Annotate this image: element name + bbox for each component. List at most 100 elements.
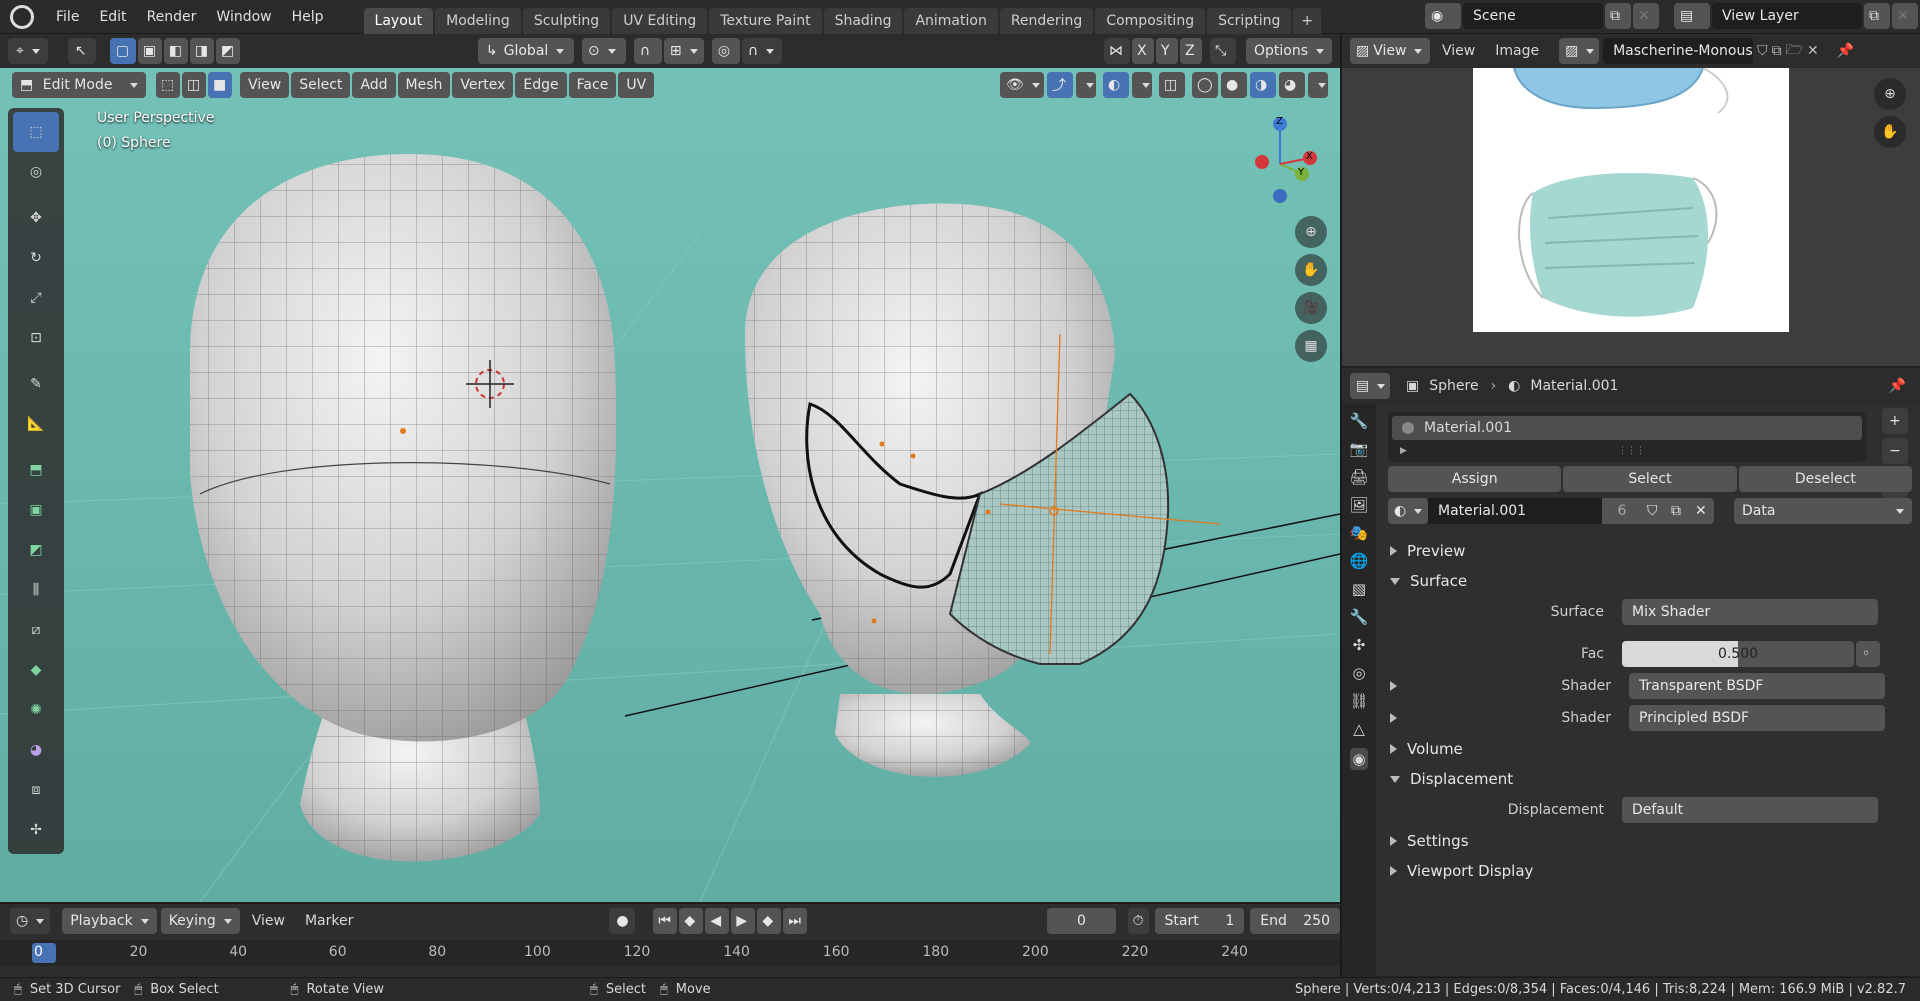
select-box-tool-icon[interactable]: ⬚ xyxy=(13,112,59,152)
zoom-icon[interactable]: ⊕ xyxy=(1295,216,1327,248)
menu-file[interactable]: File xyxy=(46,9,89,25)
jump-end-icon[interactable]: ⏭ xyxy=(783,908,808,934)
tab-animation[interactable]: Animation xyxy=(904,7,998,34)
fake-user-icon[interactable]: ⛉ xyxy=(1757,43,1768,59)
fake-user-shield-icon[interactable]: ⛉ xyxy=(1642,498,1666,524)
fac-slider[interactable]: 0.500 xyxy=(1622,641,1854,667)
shader1-expand-icon[interactable] xyxy=(1390,681,1397,691)
tab-scripting[interactable]: Scripting xyxy=(1207,7,1292,34)
play-reverse-icon[interactable]: ◀ xyxy=(705,908,730,934)
scale-tool-icon[interactable]: ⤢ xyxy=(13,278,59,318)
move-tool-icon[interactable]: ✥ xyxy=(13,198,59,238)
tab-uv-editing[interactable]: UV Editing xyxy=(612,7,708,34)
world-tab-icon[interactable]: 🌐 xyxy=(1350,552,1369,570)
blender-logo-icon[interactable] xyxy=(10,4,34,29)
jump-start-icon[interactable]: ⏮ xyxy=(653,908,678,934)
new-view-layer-icon[interactable]: ⧉ xyxy=(1864,3,1890,29)
tab-texture-paint[interactable]: Texture Paint xyxy=(709,7,822,34)
timeline-view-menu[interactable]: View xyxy=(244,913,293,929)
remove-slot-icon[interactable]: − xyxy=(1882,438,1908,464)
assign-button[interactable]: Assign xyxy=(1388,466,1562,492)
shear-tool-icon[interactable]: ⧈ xyxy=(13,770,59,810)
play-icon[interactable]: ▶ xyxy=(731,908,756,934)
browse-material-icon[interactable]: ◐ xyxy=(1388,498,1428,524)
modifier-tab-icon[interactable]: 🔧 xyxy=(1350,608,1369,626)
navigation-gizmo[interactable]: Z Y X xyxy=(1232,110,1340,220)
add-slot-icon[interactable]: + xyxy=(1882,408,1908,434)
loop-cut-tool-icon[interactable]: ⫼ xyxy=(13,570,59,610)
panel-displacement[interactable]: Displacement xyxy=(1376,764,1920,794)
menu-edit[interactable]: Edit xyxy=(89,9,136,25)
properties-editor-icon[interactable]: ▤ xyxy=(1350,373,1390,399)
menu-help[interactable]: Help xyxy=(282,9,334,25)
playback-menu[interactable]: Playback xyxy=(62,908,157,934)
image-menu-image[interactable]: Image xyxy=(1487,43,1547,59)
spin-tool-icon[interactable]: ✺ xyxy=(13,690,59,730)
tab-rendering[interactable]: Rendering xyxy=(999,7,1094,34)
tab-layout[interactable]: Layout xyxy=(363,7,434,34)
scene-name-field[interactable]: Scene xyxy=(1463,3,1603,29)
data-tab-icon[interactable]: △ xyxy=(1353,720,1365,738)
shader2-expand-icon[interactable] xyxy=(1390,713,1397,723)
shader1-field[interactable]: Transparent BSDF xyxy=(1629,673,1885,699)
slot-expand-icon[interactable]: ▶ xyxy=(1400,446,1407,456)
unlink-material-icon[interactable]: ✕ xyxy=(1690,498,1714,524)
open-image-icon[interactable]: 🗁 xyxy=(1786,39,1803,63)
particles-tab-icon[interactable]: ✣ xyxy=(1353,636,1366,654)
image-view-dropdown[interactable]: ▨ View xyxy=(1350,38,1430,64)
timer-icon[interactable]: ⏱ xyxy=(1127,908,1149,934)
current-frame-field[interactable]: 0 xyxy=(1047,908,1116,934)
prev-keyframe-icon[interactable]: ◆ xyxy=(679,908,704,934)
add-workspace-button[interactable]: + xyxy=(1293,7,1322,34)
material-slot-item[interactable]: Material.001 xyxy=(1392,416,1862,440)
link-dropdown[interactable]: Data xyxy=(1734,498,1912,524)
timeline-editor-icon[interactable]: ◷ xyxy=(10,908,51,934)
output-tab-icon[interactable]: 🖨 xyxy=(1349,468,1368,486)
material-users-count[interactable]: 6 xyxy=(1602,498,1642,524)
new-image-icon[interactable]: ⧉ xyxy=(1772,43,1782,59)
smooth-tool-icon[interactable]: ◕ xyxy=(13,730,59,770)
render-tab-icon[interactable]: 📷 xyxy=(1350,440,1369,458)
poly-build-tool-icon[interactable]: ◆ xyxy=(13,650,59,690)
pin-icon[interactable]: 📌 xyxy=(1837,43,1854,59)
material-name-field[interactable]: Material.001 xyxy=(1428,498,1602,524)
unlink-image-icon[interactable]: ✕ xyxy=(1807,43,1819,59)
list-resize-grip-icon[interactable]: ⋮⋮⋮ xyxy=(1618,446,1645,456)
material-tab-icon[interactable]: ◉ xyxy=(1350,748,1368,770)
panel-surface[interactable]: Surface xyxy=(1376,566,1920,596)
image-menu-view[interactable]: View xyxy=(1434,43,1483,59)
bevel-tool-icon[interactable]: ◩ xyxy=(13,530,59,570)
constraints-tab-icon[interactable]: ⛓ xyxy=(1349,692,1368,710)
delete-view-layer-icon[interactable]: ✕ xyxy=(1892,3,1918,29)
pan-hand-icon[interactable]: ✋ xyxy=(1295,254,1327,286)
tab-sculpting[interactable]: Sculpting xyxy=(522,7,611,34)
panel-volume[interactable]: Volume xyxy=(1376,734,1920,764)
view-layer-field[interactable]: View Layer xyxy=(1712,3,1862,29)
menu-render[interactable]: Render xyxy=(137,9,207,25)
knife-tool-icon[interactable]: ⧄ xyxy=(13,610,59,650)
record-icon[interactable]: ● xyxy=(609,908,636,934)
end-frame-field[interactable]: End 250 xyxy=(1250,908,1340,934)
annotate-tool-icon[interactable]: ✎ xyxy=(13,364,59,404)
duplicate-material-icon[interactable]: ⧉ xyxy=(1666,498,1690,524)
new-scene-icon[interactable]: ⧉ xyxy=(1605,3,1631,29)
cursor-tool-icon[interactable]: ◎ xyxy=(13,152,59,192)
start-frame-field[interactable]: Start 1 xyxy=(1154,908,1245,934)
scene-icon[interactable]: ◉ xyxy=(1425,3,1461,29)
camera-view-icon[interactable]: 🎥 xyxy=(1295,292,1327,324)
timeline-ruler[interactable]: 0 20 40 60 80 100 120 140 160 180 200 220 240 xyxy=(0,940,1340,966)
tool-tab-icon[interactable]: 🔧 xyxy=(1350,412,1369,430)
tab-modeling[interactable]: Modeling xyxy=(435,7,521,34)
keying-menu[interactable]: Keying xyxy=(160,908,240,934)
surface-shader-field[interactable]: Mix Shader xyxy=(1622,599,1878,625)
transform-tool-icon[interactable]: ⊡ xyxy=(13,318,59,358)
object-tab-icon[interactable]: ▧ xyxy=(1352,580,1366,598)
next-keyframe-icon[interactable]: ◆ xyxy=(757,908,782,934)
browse-image-icon[interactable]: ▨ xyxy=(1559,38,1600,64)
scene-tab-icon[interactable]: 🎭 xyxy=(1350,524,1369,542)
view-layer-tab-icon[interactable]: 🖼 xyxy=(1349,496,1368,514)
panel-preview[interactable]: Preview xyxy=(1376,536,1920,566)
measure-tool-icon[interactable]: 📐 xyxy=(13,404,59,444)
rotate-tool-icon[interactable]: ↻ xyxy=(13,238,59,278)
tab-shading[interactable]: Shading xyxy=(823,7,903,34)
